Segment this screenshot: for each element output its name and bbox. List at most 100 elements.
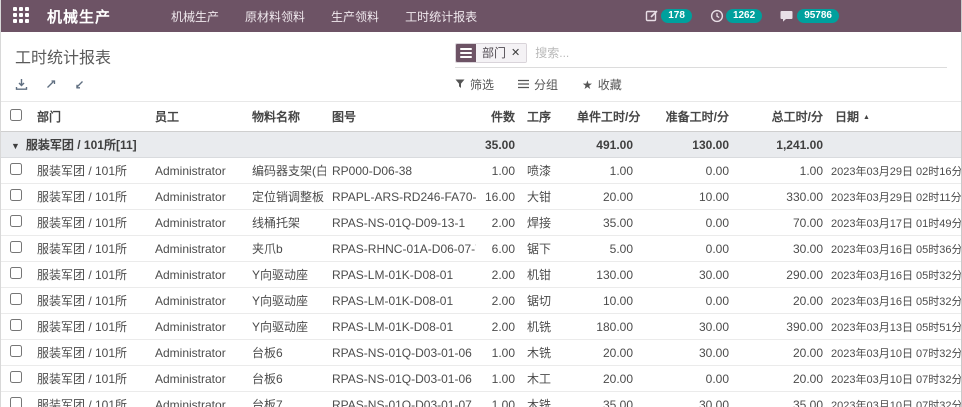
row-checkbox[interactable]: [10, 319, 22, 331]
search-input[interactable]: [527, 44, 947, 62]
row-checkbox-cell: [1, 262, 31, 288]
cell-material: 台板7: [246, 392, 326, 407]
activities-count-badge: 178: [661, 9, 692, 23]
cell-unit-time: 10.00: [571, 288, 639, 314]
topbar-badges: 178 1262 95786: [645, 9, 839, 23]
cell-process: 喷漆: [521, 158, 571, 184]
table-row[interactable]: 服装军团 / 101所Administrator夹爪bRPAS-RHNC-01A…: [1, 236, 962, 262]
menu-item-production[interactable]: 机械生产: [171, 8, 219, 25]
row-checkbox-cell: [1, 184, 31, 210]
row-checkbox[interactable]: [10, 293, 22, 305]
group-prep-time-total: 130.00: [639, 132, 735, 158]
cell-quantity: 1.00: [476, 158, 521, 184]
row-checkbox[interactable]: [10, 241, 22, 253]
control-panel: 工时统计报表 部门 ✕: [1, 32, 961, 102]
star-icon: ★: [582, 79, 593, 91]
col-date[interactable]: 日期▲: [829, 102, 962, 132]
table-header-row: 部门 员工 物料名称 图号 件数 工序 单件工时/分 准备工时/分 总工时/分 …: [1, 102, 962, 132]
row-checkbox-cell: [1, 288, 31, 314]
collapse-button[interactable]: [73, 78, 86, 91]
table-row[interactable]: 服装军团 / 101所AdministratorY向驱动座RPAS-LM-01K…: [1, 262, 962, 288]
cell-employee: Administrator: [149, 262, 246, 288]
cell-material: Y向驱动座: [246, 288, 326, 314]
menu-item-production-picking[interactable]: 生产领料: [331, 8, 379, 25]
facet-remove-icon[interactable]: ✕: [511, 46, 520, 59]
cell-material: Y向驱动座: [246, 314, 326, 340]
favorites-button[interactable]: ★ 收藏: [582, 76, 622, 93]
row-checkbox-cell: [1, 340, 31, 366]
topbar: 机械生产 机械生产 原材料领料 生产领料 工时统计报表 178 1262: [1, 0, 961, 32]
menu-item-raw-material[interactable]: 原材料领料: [245, 8, 305, 25]
col-total-time[interactable]: 总工时/分: [735, 102, 829, 132]
app-brand[interactable]: 机械生产: [47, 6, 111, 27]
select-all-checkbox[interactable]: [10, 109, 22, 121]
col-prep-time[interactable]: 准备工时/分: [639, 102, 735, 132]
menu-item-timesheet-report[interactable]: 工时统计报表: [405, 8, 477, 25]
table-row[interactable]: 服装军团 / 101所Administrator台板6RPAS-NS-01Q-D…: [1, 366, 962, 392]
col-quantity[interactable]: 件数: [476, 102, 521, 132]
cell-unit-time: 20.00: [571, 366, 639, 392]
cell-unit-time: 130.00: [571, 262, 639, 288]
cell-quantity: 1.00: [476, 366, 521, 392]
col-process[interactable]: 工序: [521, 102, 571, 132]
expand-button[interactable]: [44, 78, 57, 91]
clock-button[interactable]: 1262: [710, 9, 762, 23]
group-total-time-total: 1,241.00: [735, 132, 829, 158]
cell-total-time: 330.00: [735, 184, 829, 210]
facet-label: 部门: [482, 44, 506, 61]
row-checkbox[interactable]: [10, 345, 22, 357]
messages-button[interactable]: 95786: [780, 9, 839, 23]
cell-employee: Administrator: [149, 184, 246, 210]
cell-department: 服装军团 / 101所: [31, 340, 149, 366]
cell-prep-time: 10.00: [639, 184, 735, 210]
row-checkbox-cell: [1, 210, 31, 236]
cell-date: 2023年03月16日 05时32分25秒: [829, 288, 962, 314]
search-actions-row: 筛选 分组 ★ 收藏: [455, 68, 947, 101]
table-row[interactable]: 服装军团 / 101所Administrator台板7RPAS-NS-01Q-D…: [1, 392, 962, 407]
row-checkbox-cell: [1, 314, 31, 340]
activities-button[interactable]: 178: [645, 9, 692, 23]
select-all-cell: [1, 102, 31, 132]
row-checkbox[interactable]: [10, 267, 22, 279]
cell-department: 服装军团 / 101所: [31, 314, 149, 340]
row-checkbox[interactable]: [10, 371, 22, 383]
row-checkbox[interactable]: [10, 397, 22, 407]
cell-material: 定位销调整板: [246, 184, 326, 210]
row-checkbox-cell: [1, 392, 31, 407]
table-row[interactable]: 服装军团 / 101所Administrator编码器支架(白色)RP000-D…: [1, 158, 962, 184]
export-download-button[interactable]: [15, 78, 28, 91]
cell-total-time: 70.00: [735, 210, 829, 236]
row-checkbox[interactable]: [10, 215, 22, 227]
group-by-button[interactable]: 分组: [518, 76, 558, 93]
table-row[interactable]: 服装军团 / 101所Administrator台板6RPAS-NS-01Q-D…: [1, 340, 962, 366]
cell-quantity: 16.00: [476, 184, 521, 210]
cell-date: 2023年03月16日 05时36分32秒: [829, 236, 962, 262]
table-row[interactable]: 服装军团 / 101所AdministratorY向驱动座RPAS-LM-01K…: [1, 288, 962, 314]
col-drawing-no[interactable]: 图号: [326, 102, 476, 132]
cell-drawing-no: RPAS-NS-01Q-D03-01-07: [326, 392, 476, 407]
table-row[interactable]: 服装军团 / 101所Administrator线桶托架RPAS-NS-01Q-…: [1, 210, 962, 236]
col-department[interactable]: 部门: [31, 102, 149, 132]
row-checkbox[interactable]: [10, 163, 22, 175]
table-row[interactable]: 服装军团 / 101所AdministratorY向驱动座RPAS-LM-01K…: [1, 314, 962, 340]
cell-process: 锯下: [521, 236, 571, 262]
view-tools-row: [15, 68, 455, 101]
activities-icon: [645, 9, 659, 23]
col-unit-time[interactable]: 单件工时/分: [571, 102, 639, 132]
download-icon: [15, 79, 28, 94]
cell-total-time: 390.00: [735, 314, 829, 340]
expand-arrows-icon: [44, 79, 57, 94]
sort-ascending-icon: ▲: [863, 114, 870, 121]
col-material[interactable]: 物料名称: [246, 102, 326, 132]
group-header-row[interactable]: ▼服装军团 / 101所[11]35.00491.00130.001,241.0…: [1, 132, 962, 158]
cell-prep-time: 30.00: [639, 262, 735, 288]
cell-prep-time: 0.00: [639, 158, 735, 184]
apps-grid-icon[interactable]: [13, 7, 31, 25]
cell-total-time: 20.00: [735, 288, 829, 314]
col-employee[interactable]: 员工: [149, 102, 246, 132]
table-row[interactable]: 服装军团 / 101所Administrator定位销调整板RPAPL-ARS-…: [1, 184, 962, 210]
filters-button[interactable]: 筛选: [455, 76, 494, 93]
cell-total-time: 35.00: [735, 392, 829, 407]
search-facet-department: 部门 ✕: [455, 43, 527, 63]
row-checkbox[interactable]: [10, 189, 22, 201]
